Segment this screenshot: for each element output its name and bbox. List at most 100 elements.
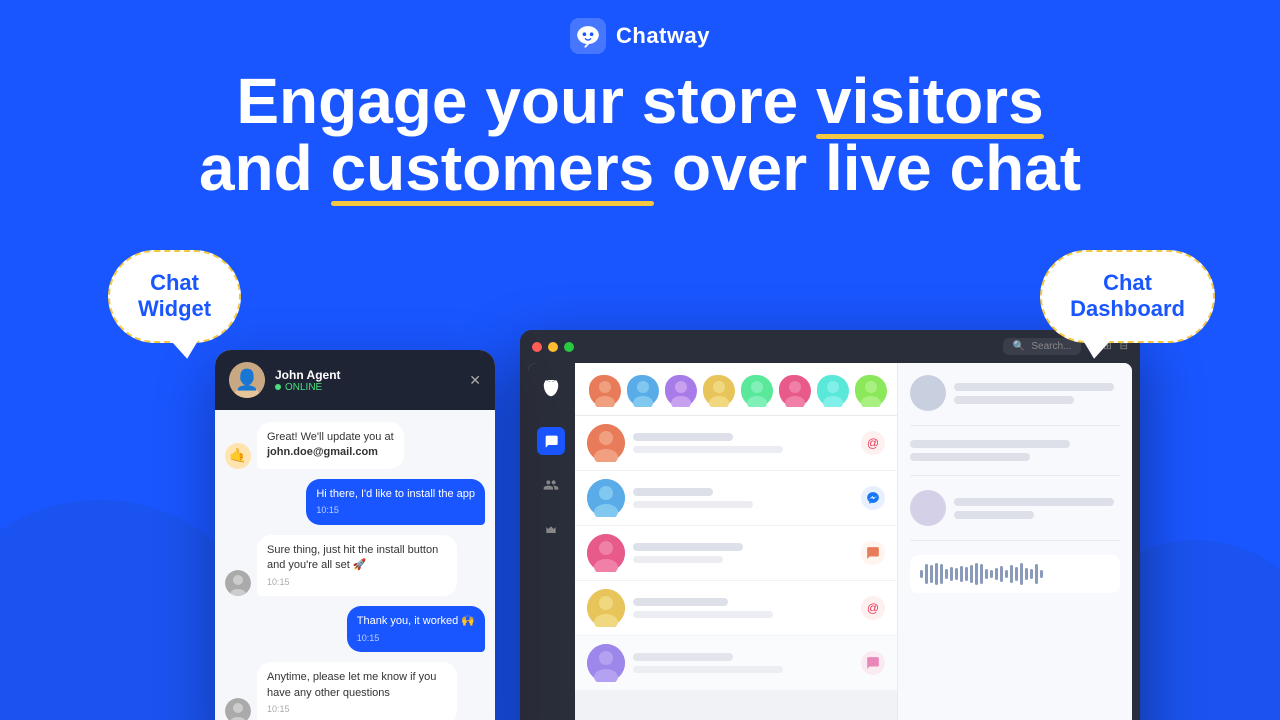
chat-list: @	[575, 416, 897, 720]
right-bar-1a	[954, 383, 1114, 391]
chat-msg-bar-2	[633, 501, 753, 508]
right-bar-3b	[954, 511, 1034, 519]
divider-3	[910, 540, 1120, 541]
chat-list-item-3[interactable]	[575, 526, 897, 581]
contact-avatar-6[interactable]	[777, 373, 809, 405]
divider-1	[910, 425, 1120, 426]
agent-info: John Agent ONLINE	[275, 368, 341, 393]
chat-header-left: John Agent ONLINE	[229, 362, 341, 398]
chat-widget-header: John Agent ONLINE ✕	[215, 350, 495, 410]
sidebar-icon-apple	[537, 375, 565, 403]
chat-badge-5	[861, 651, 885, 675]
dashboard-right-panel	[897, 363, 1132, 720]
chat-name-bar-4	[633, 598, 728, 606]
dashboard-mockup: 🔍 Search... ≡ ⊞ ⊟	[520, 330, 1140, 720]
chat-info-5	[633, 653, 853, 673]
chat-badge-1: @	[861, 431, 885, 455]
right-bar-2a	[910, 440, 1070, 448]
message-4: Thank you, it worked 🙌 10:15	[225, 606, 485, 652]
msg-text-3: Sure thing, just hit the install button …	[267, 544, 438, 571]
close-icon[interactable]: ✕	[469, 372, 481, 389]
chat-msg-bar-1	[633, 446, 783, 453]
background: Chatway Engage your store visitors and c…	[0, 0, 1280, 720]
chat-list-item-5[interactable]	[575, 636, 897, 691]
titlebar: 🔍 Search... ≡ ⊞ ⊟	[520, 330, 1140, 363]
msg-text-1: Great! We'll update you atjohn.doe@gmail…	[267, 431, 394, 458]
right-bar-3a	[954, 498, 1114, 506]
chat-badge-2	[861, 486, 885, 510]
sidebar-icon-stats[interactable]	[537, 515, 565, 543]
right-panel-row-3	[910, 490, 1120, 526]
agent-avatar	[229, 362, 265, 398]
sidebar-icon-users[interactable]	[537, 471, 565, 499]
visitors-underline: visitors	[816, 68, 1044, 135]
chat-dashboard-callout: Chat Dashboard	[1040, 250, 1215, 343]
chat-info-3	[633, 543, 853, 563]
chat-info-1	[633, 433, 853, 453]
chat-msg-bar-4	[633, 611, 773, 618]
msg-time-4: 10:15	[357, 632, 475, 645]
right-av-3	[910, 490, 946, 526]
chat-av-2	[587, 479, 625, 517]
chat-msg-bar-3	[633, 556, 723, 563]
contact-avatar-8[interactable]	[853, 373, 885, 405]
headline-line2: and customers over live chat	[40, 135, 1240, 202]
right-panel-row-1	[910, 375, 1120, 411]
callout-dashboard-line2: Dashboard	[1070, 296, 1185, 321]
chat-av-4	[587, 589, 625, 627]
bubble-3: Sure thing, just hit the install button …	[257, 535, 457, 596]
chat-list-item-4[interactable]: @	[575, 581, 897, 636]
callout-dashboard-line1: Chat	[1103, 270, 1152, 295]
status-dot	[275, 384, 281, 390]
customers-underline: customers	[331, 135, 655, 202]
callout-widget-line1: Chat	[150, 270, 199, 295]
message-2: Hi there, I'd like to install the app 10…	[225, 479, 485, 525]
chat-list-item-1[interactable]: @	[575, 416, 897, 471]
chat-widget-callout: Chat Widget	[108, 250, 241, 343]
content-area: Chat Widget Chat Dashboard	[0, 230, 1280, 720]
chat-msg-bar-5	[633, 666, 783, 673]
headline-line1: Engage your store visitors	[40, 68, 1240, 135]
top-avatars-row	[575, 363, 897, 416]
msg-avatar-3	[225, 570, 251, 596]
agent-name: John Agent	[275, 368, 341, 382]
chat-badge-4: @	[861, 596, 885, 620]
msg-text-2: Hi there, I'd like to install the app	[316, 488, 475, 500]
titlebar-dot-green	[564, 342, 574, 352]
chat-info-2	[633, 488, 853, 508]
logo-icon	[570, 18, 606, 54]
contact-avatar-3[interactable]	[663, 373, 695, 405]
chat-name-bar-2	[633, 488, 713, 496]
titlebar-dot-red	[532, 342, 542, 352]
chat-list-item-2[interactable]	[575, 471, 897, 526]
msg-icon-1: 🤙	[225, 443, 251, 469]
right-bar-2b	[910, 453, 1030, 461]
contact-avatar-2[interactable]	[625, 373, 657, 405]
chat-widget-mockup: John Agent ONLINE ✕ 🤙 Great! We'll updat…	[215, 350, 495, 720]
contact-avatar-4[interactable]	[701, 373, 733, 405]
callout-widget-line2: Widget	[138, 296, 211, 321]
bubble-4: Thank you, it worked 🙌 10:15	[347, 606, 485, 652]
chat-av-3	[587, 534, 625, 572]
right-bars-3	[954, 498, 1120, 519]
msg-time-2: 10:15	[316, 504, 475, 517]
sidebar-icon-chat[interactable]	[537, 427, 565, 455]
bubble-2: Hi there, I'd like to install the app 10…	[306, 479, 485, 525]
chat-info-4	[633, 598, 853, 618]
app-name: Chatway	[616, 23, 710, 49]
msg-avatar-5	[225, 698, 251, 720]
right-bars-1	[954, 383, 1120, 404]
status-text: ONLINE	[285, 382, 322, 393]
dashboard-sidebar	[528, 363, 575, 720]
message-3: Sure thing, just hit the install button …	[225, 535, 485, 596]
divider-2	[910, 475, 1120, 476]
headline: Engage your store visitors and customers…	[0, 54, 1280, 202]
contact-avatar-7[interactable]	[815, 373, 847, 405]
chat-body: 🤙 Great! We'll update you atjohn.doe@gma…	[215, 410, 495, 720]
dashboard-main: @	[575, 363, 897, 720]
chat-av-1	[587, 424, 625, 462]
msg-time-5: 10:15	[267, 703, 447, 716]
contact-avatar-5[interactable]	[739, 373, 771, 405]
contact-avatar-1[interactable]	[587, 373, 619, 405]
bubble-5: Anytime, please let me know if you have …	[257, 662, 457, 720]
